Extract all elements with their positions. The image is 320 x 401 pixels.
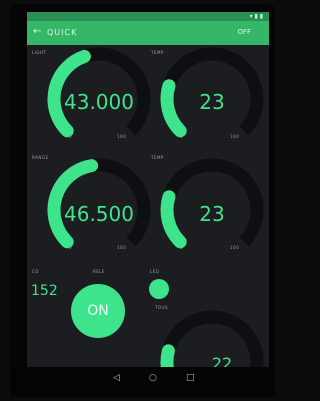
- gauge-value-range: 46.500: [64, 202, 134, 226]
- nav-back-icon[interactable]: ◁: [113, 373, 120, 383]
- gauge-max-label: 100: [117, 245, 127, 250]
- nav-recents-icon[interactable]: □: [186, 373, 195, 383]
- gauge-label-range: RANGE: [32, 155, 49, 160]
- relay-button-label[interactable]: ON: [71, 303, 125, 319]
- led-sub-label: TOUS: [155, 305, 169, 310]
- widgets-canvas: [47, 47, 264, 367]
- android-nav-bar: ◁ ○ □: [10, 367, 275, 397]
- gauge-min-label: 0: [180, 245, 184, 250]
- counter-label: CO: [32, 269, 39, 274]
- gauge-max-label: 100: [230, 245, 240, 250]
- gauge-min-label: 0: [69, 134, 73, 139]
- gauge-label-temp: TEMP: [151, 50, 164, 55]
- led-indicator: [149, 279, 169, 299]
- gauge-value-temp-2: 23: [199, 202, 225, 226]
- led-label: LED: [150, 269, 160, 274]
- gauge-label-light: LIGHT: [32, 50, 47, 55]
- app-screen: ▾ ▮ ▮ ← QUICK OFF LIGHT TEMP RANGE TEMP …: [27, 12, 269, 367]
- gauge-min-label: 0: [69, 245, 73, 250]
- gauge-value-partial: 22: [211, 354, 233, 367]
- counter-value: 152: [31, 283, 58, 299]
- gauge-value-temp: 23: [199, 90, 225, 114]
- nav-home-icon[interactable]: ○: [149, 373, 157, 383]
- gauge-label-temp-2: TEMP: [151, 155, 164, 160]
- gauge-value-light: 43.000: [64, 90, 134, 114]
- gauge-max-label: 100: [230, 134, 240, 139]
- gauge-max-label: 100: [117, 134, 127, 139]
- gauge-min-label: 0: [180, 134, 184, 139]
- gauge-fill: [160, 344, 175, 367]
- relay-label: RELE: [93, 269, 106, 274]
